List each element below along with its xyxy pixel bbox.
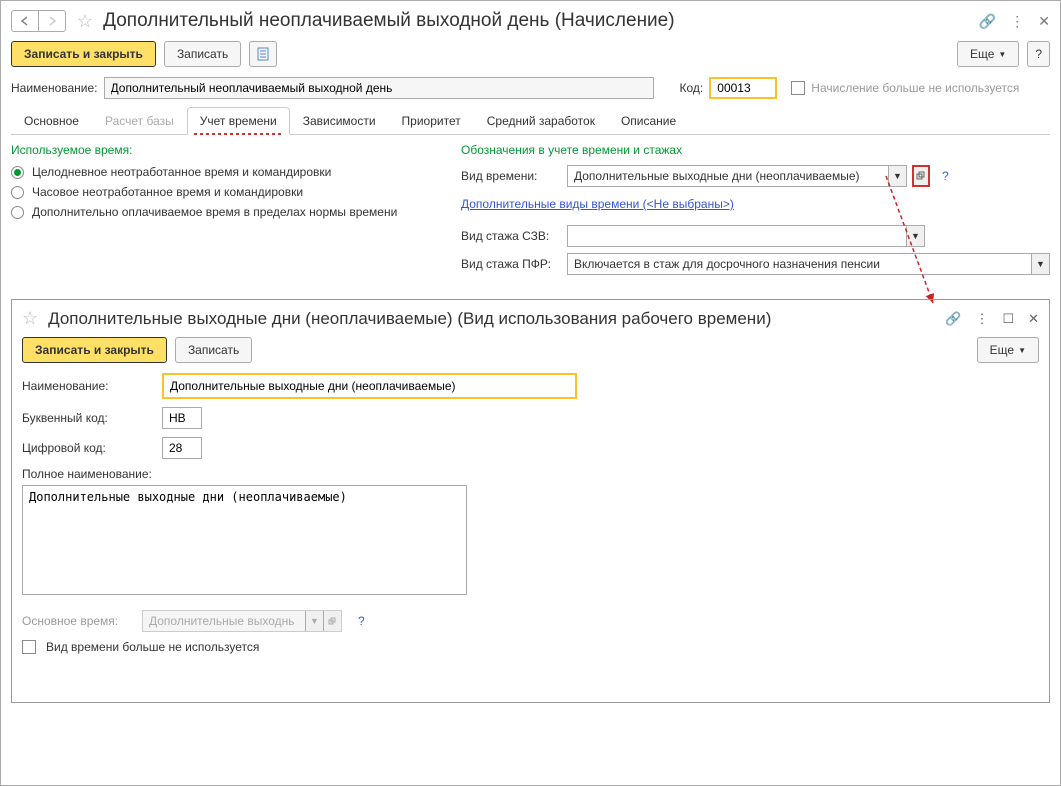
tab-time[interactable]: Учет времени	[187, 107, 290, 135]
not-used-checkbox[interactable]	[791, 81, 805, 95]
help-icon[interactable]: ?	[942, 169, 949, 183]
kebab-icon[interactable]: ⋮	[975, 311, 988, 327]
window-title: Дополнительный неоплачиваемый выходной д…	[103, 10, 979, 32]
maximize-icon[interactable]: ☐	[1002, 311, 1014, 327]
link-icon[interactable]: 🔗	[979, 13, 996, 30]
sub-more-button[interactable]: Еще ▼	[977, 337, 1039, 363]
open-ref-button[interactable]	[912, 165, 930, 187]
link-icon[interactable]: 🔗	[945, 311, 961, 327]
help-button[interactable]: ?	[1027, 41, 1050, 67]
base-time-label: Основное время:	[22, 614, 132, 628]
radio-icon	[11, 206, 24, 219]
marks-header: Обозначения в учете времени и стажах	[461, 143, 1050, 157]
nav-back-button[interactable]	[11, 10, 39, 32]
radio-option-1[interactable]: Целодневное неотработанное время и коман…	[11, 165, 431, 179]
tab-desc[interactable]: Описание	[608, 107, 689, 134]
sub-window-title: Дополнительные выходные дни (неоплачивае…	[48, 309, 945, 329]
sub-name-label: Наименование:	[22, 379, 152, 393]
radio-icon	[11, 186, 24, 199]
szv-label: Вид стажа СЗВ:	[461, 229, 561, 243]
time-type-select[interactable]: Дополнительные выходные дни (неоплачивае…	[567, 165, 907, 187]
sub-save-button[interactable]: Записать	[175, 337, 252, 363]
save-button[interactable]: Записать	[164, 41, 241, 67]
tab-priority[interactable]: Приоритет	[389, 107, 474, 134]
star-icon[interactable]: ☆	[22, 308, 38, 329]
open-icon	[323, 611, 341, 631]
dropdown-icon: ▼	[305, 611, 323, 631]
name-label: Наименование:	[11, 81, 98, 95]
digit-code-label: Цифровой код:	[22, 441, 152, 455]
sub-name-input[interactable]	[162, 373, 577, 399]
tab-avg[interactable]: Средний заработок	[474, 107, 608, 134]
code-input[interactable]	[709, 77, 777, 99]
type-not-used-label: Вид времени больше не используется	[46, 640, 259, 654]
code-label: Код:	[680, 81, 704, 95]
name-input[interactable]	[104, 77, 654, 99]
time-type-label: Вид времени:	[461, 169, 561, 183]
dropdown-icon[interactable]: ▼	[888, 166, 906, 186]
tab-main[interactable]: Основное	[11, 107, 92, 134]
type-not-used-checkbox[interactable]	[22, 640, 36, 654]
base-time-select: Дополнительные выходнь ▼	[142, 610, 342, 632]
tab-base[interactable]: Расчет базы	[92, 107, 187, 134]
more-button[interactable]: Еще ▼	[957, 41, 1019, 67]
digit-code-input[interactable]	[162, 437, 202, 459]
star-icon[interactable]: ☆	[77, 11, 93, 32]
close-icon[interactable]: ✕	[1038, 13, 1050, 30]
radio-option-3[interactable]: Дополнительно оплачиваемое время в преде…	[11, 205, 431, 219]
not-used-label: Начисление больше не используется	[811, 81, 1019, 95]
tab-deps[interactable]: Зависимости	[290, 107, 389, 134]
used-time-header: Используемое время:	[11, 143, 431, 157]
szv-select[interactable]: ▼	[567, 225, 925, 247]
save-close-button[interactable]: Записать и закрыть	[11, 41, 156, 67]
tab-bar: Основное Расчет базы Учет времени Зависи…	[11, 107, 1050, 135]
radio-option-2[interactable]: Часовое неотработанное время и командиро…	[11, 185, 431, 199]
full-name-textarea[interactable]	[22, 485, 467, 595]
nav-forward-button[interactable]	[38, 10, 66, 32]
sub-save-close-button[interactable]: Записать и закрыть	[22, 337, 167, 363]
dropdown-icon[interactable]: ▼	[906, 226, 924, 246]
report-icon-button[interactable]	[249, 41, 277, 67]
dropdown-icon[interactable]: ▼	[1031, 254, 1049, 274]
pfr-select[interactable]: Включается в стаж для досрочного назначе…	[567, 253, 1050, 275]
radio-icon	[11, 166, 24, 179]
additional-types-link[interactable]: Дополнительные виды времени (<Не выбраны…	[461, 197, 734, 211]
pfr-label: Вид стажа ПФР:	[461, 257, 561, 271]
sub-window: ☆ Дополнительные выходные дни (неоплачив…	[11, 299, 1050, 703]
close-icon[interactable]: ✕	[1028, 311, 1039, 327]
kebab-icon[interactable]: ⋮	[1010, 13, 1024, 30]
letter-code-input[interactable]	[162, 407, 202, 429]
letter-code-label: Буквенный код:	[22, 411, 152, 425]
full-name-label: Полное наименование:	[22, 467, 1039, 481]
help-icon[interactable]: ?	[358, 614, 365, 628]
